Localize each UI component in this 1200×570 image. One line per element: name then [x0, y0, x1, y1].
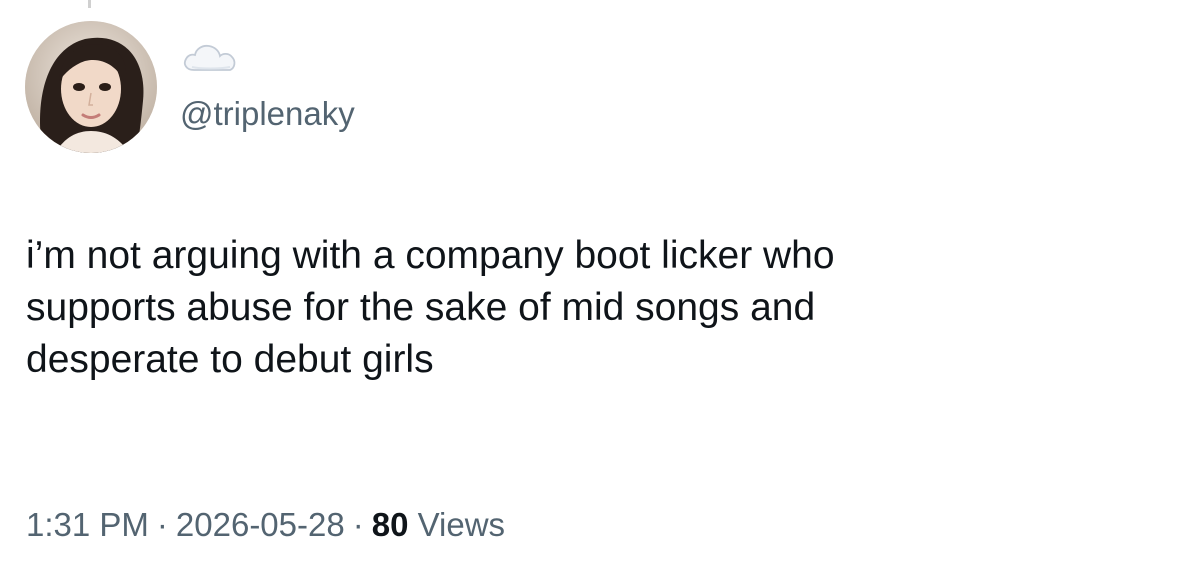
tweet-text-line: i’m not arguing with a company boot lick…	[26, 234, 835, 277]
tweet-text: i’m not arguing with a company boot lick…	[26, 230, 1176, 386]
tweet-time[interactable]: 1:31 PM	[26, 506, 149, 543]
author-handle[interactable]: @triplenaky	[180, 94, 355, 134]
views-count: 80	[371, 506, 409, 543]
tweet-card: @triplenaky i’m not arguing with a compa…	[0, 0, 1200, 570]
cloud-emoji-icon	[180, 40, 240, 76]
separator: ·	[156, 506, 168, 543]
divider	[88, 0, 91, 8]
views-label: Views	[417, 506, 506, 543]
tweet-text-line: supports abuse for the sake of mid songs…	[26, 286, 816, 329]
tweet-meta: 1:31 PM · 2026-05-28 · 80 Views	[26, 503, 505, 547]
separator: ·	[352, 506, 364, 543]
tweet-date[interactable]: 2026-05-28	[176, 506, 345, 543]
avatar[interactable]	[25, 21, 157, 153]
profile-photo	[25, 21, 157, 153]
tweet-text-line: desperate to debut girls	[26, 338, 434, 381]
